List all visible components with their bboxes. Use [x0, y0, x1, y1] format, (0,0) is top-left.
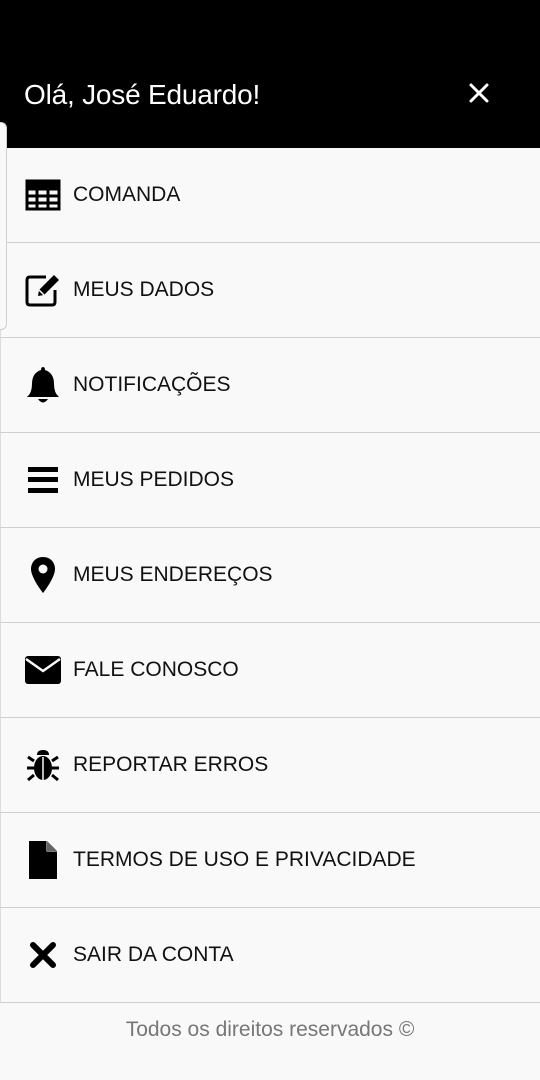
menu-item-label: TERMOS DE USO E PRIVACIDADE [73, 848, 416, 871]
menu-item-label: SAIR DA CONTA [73, 943, 234, 966]
menu-item-meus-dados[interactable]: MEUS DADOS [0, 243, 540, 338]
drawer-header: Olá, José Eduardo! [0, 0, 540, 148]
menu-item-termos[interactable]: TERMOS DE USO E PRIVACIDADE [0, 813, 540, 908]
menu-item-meus-pedidos[interactable]: MEUS PEDIDOS [0, 433, 540, 528]
list-icon [23, 460, 63, 500]
close-icon [468, 82, 490, 109]
drawer-menu: COMANDA MEUS DADOS NOTIFICAÇÕES MEUS PED… [0, 148, 540, 1003]
drawer-edge-handle[interactable] [0, 122, 7, 330]
envelope-icon [23, 650, 63, 690]
menu-item-meus-enderecos[interactable]: MEUS ENDEREÇOS [0, 528, 540, 623]
bell-icon [23, 365, 63, 405]
edit-icon [23, 270, 63, 310]
document-icon [23, 840, 63, 880]
menu-item-label: COMANDA [73, 183, 181, 206]
map-marker-icon [23, 555, 63, 595]
menu-item-label: NOTIFICAÇÕES [73, 373, 231, 396]
greeting-title: Olá, José Eduardo! [24, 79, 261, 110]
menu-item-label: MEUS DADOS [73, 278, 215, 301]
x-mark-icon [23, 935, 63, 975]
menu-item-label: MEUS PEDIDOS [73, 468, 235, 491]
footer-copyright: Todos os direitos reservados © [125, 1018, 415, 1041]
menu-item-label: MEUS ENDEREÇOS [73, 563, 273, 586]
table-grid-icon [23, 175, 63, 215]
menu-item-label: FALE CONOSCO [73, 658, 239, 681]
menu-item-reportar-erros[interactable]: REPORTAR ERROS [0, 718, 540, 813]
close-button[interactable] [460, 76, 498, 114]
bug-icon [23, 745, 63, 785]
menu-item-notificacoes[interactable]: NOTIFICAÇÕES [0, 338, 540, 433]
menu-item-label: REPORTAR ERROS [73, 753, 269, 776]
menu-item-comanda[interactable]: COMANDA [0, 148, 540, 243]
menu-item-fale-conosco[interactable]: FALE CONOSCO [0, 623, 540, 718]
menu-item-sair[interactable]: SAIR DA CONTA [0, 908, 540, 1003]
